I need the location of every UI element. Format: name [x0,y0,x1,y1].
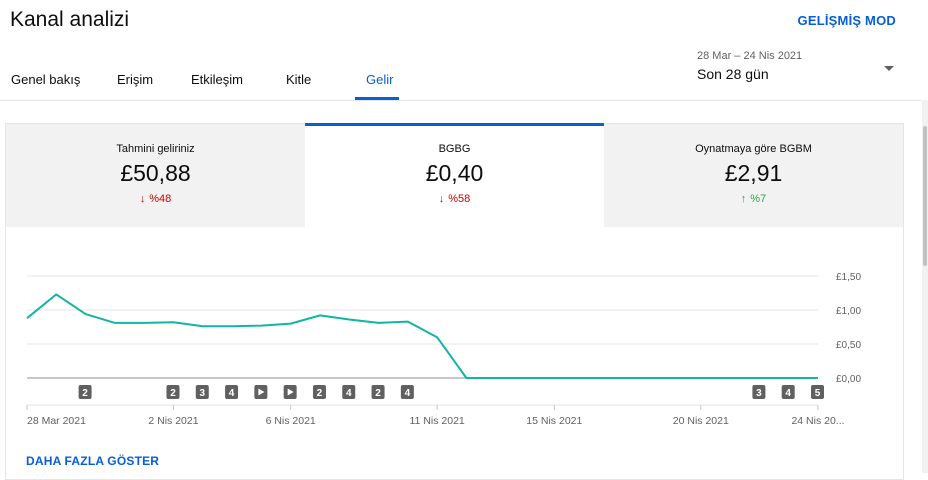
arrow-up-icon: ↑ [741,193,747,205]
x-tick-label: 24 Nis 20... [791,415,844,427]
metric-playback-cpm[interactable]: Oynatmaya göre BGBM £2,91 ↑%7 [604,124,903,227]
arrow-down-icon: ↓ [439,193,445,205]
metric-estimated-revenue[interactable]: Tahmini geliriniz £50,88 ↓%48 [6,124,305,227]
metric-change: ↓%48 [6,193,305,205]
change-value: %7 [750,193,766,205]
x-tick-label: 20 Nis 2021 [673,415,729,427]
header-divider [0,100,921,101]
marker-count: 4 [785,388,791,399]
marker-count: 2 [317,388,323,399]
metric-label: Oynatmaya göre BGBM [604,143,903,155]
metric-rpm[interactable]: BGBG £0,40 ↓%58 [305,123,604,229]
marker-count: 4 [229,388,235,399]
metric-value: £50,88 [6,160,305,187]
page-title: Kanal analizi [10,8,129,32]
date-range-selector[interactable]: Son 28 gün [697,66,769,82]
change-value: %48 [149,193,171,205]
x-tick-label: 28 Mar 2021 [27,415,86,427]
tab-audience[interactable]: Kitle [286,72,311,87]
marker-count: 3 [199,388,205,399]
marker-count: 4 [346,388,352,399]
date-range-text[interactable]: 28 Mar – 24 Nis 2021 [697,50,802,62]
marker-count: 3 [756,388,762,399]
metric-value: £2,91 [604,160,903,187]
scrollbar-thumb[interactable] [923,126,927,266]
tab-overview[interactable]: Genel bakış [11,72,80,87]
show-more-button[interactable]: DAHA FAZLA GÖSTER [26,454,159,468]
x-tick-label: 6 Nis 2021 [266,415,316,427]
metric-label: Tahmini geliriniz [6,143,305,155]
marker-count: 2 [82,388,88,399]
arrow-down-icon: ↓ [140,193,146,205]
y-tick-label: £0,50 [836,340,861,351]
x-tick-label: 11 Nis 2021 [410,415,465,427]
tab-reach[interactable]: Erişim [117,72,153,87]
marker-count: 4 [405,388,411,399]
series-line [27,294,818,378]
y-tick-label: £1,00 [836,306,861,317]
metric-label: BGBG [305,143,604,155]
x-tick-label: 15 Nis 2021 [526,415,582,427]
revenue-line-chart[interactable]: £1,50 £1,00 £0,50 £0,00 2 2 3 4 2 4 2 4 3 4 5 28 Mar 20… [0,260,921,435]
marker-count: 2 [375,388,381,399]
change-value: %58 [448,193,470,205]
metric-change: ↑%7 [604,193,903,205]
marker-count: 5 [815,388,821,399]
chevron-down-icon[interactable] [884,66,894,71]
metric-change: ↓%58 [305,193,604,205]
marker-count: 2 [170,388,176,399]
tab-engagement[interactable]: Etkileşim [191,72,243,87]
metric-value: £0,40 [305,160,604,187]
y-tick-label: £0,00 [836,374,861,385]
x-tick-label: 2 Nis 2021 [148,415,198,427]
advanced-mode-button[interactable]: GELİŞMİŞ MOD [798,13,896,28]
y-tick-label: £1,50 [836,272,861,283]
tab-revenue[interactable]: Gelir [366,72,393,87]
